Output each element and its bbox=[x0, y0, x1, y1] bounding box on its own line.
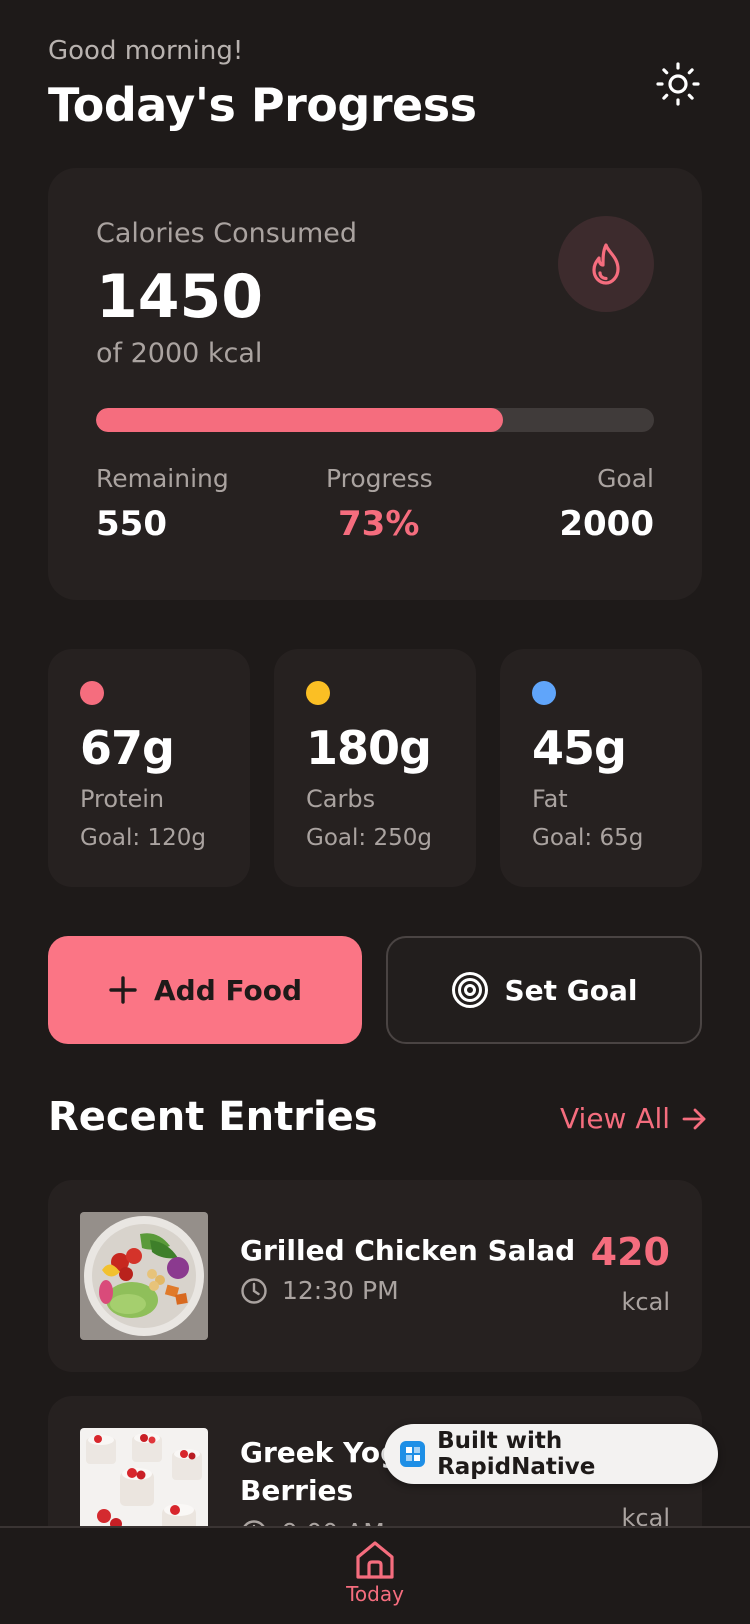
calories-consumed-value: 1450 bbox=[96, 262, 263, 332]
goal-label: Goal bbox=[597, 464, 654, 493]
target-icon bbox=[451, 972, 488, 1008]
calories-progress-fill bbox=[96, 408, 504, 432]
entry-name-line2: Berries bbox=[240, 1474, 354, 1507]
carbs-dot bbox=[306, 681, 330, 705]
fat-label: Fat bbox=[532, 785, 568, 813]
fat-goal: Goal: 65g bbox=[532, 825, 644, 851]
calories-progress-bar bbox=[96, 408, 654, 432]
bottom-nav: Today bbox=[0, 1526, 750, 1624]
macro-card-carbs: 180g Carbs Goal: 250g bbox=[274, 649, 476, 887]
theme-toggle-button[interactable] bbox=[650, 56, 706, 112]
entry-time-text: 12:30 PM bbox=[282, 1276, 399, 1305]
remaining-value: 550 bbox=[96, 504, 167, 544]
rapidnative-logo-icon bbox=[400, 1441, 426, 1467]
set-goal-label: Set Goal bbox=[504, 973, 638, 1007]
carbs-goal: Goal: 250g bbox=[306, 825, 432, 851]
page-title: Today's Progress bbox=[48, 78, 477, 132]
entry-time: 12:30 PM bbox=[240, 1276, 399, 1305]
home-icon bbox=[356, 1541, 394, 1579]
fat-dot bbox=[532, 681, 556, 705]
carbs-value: 180g bbox=[306, 721, 432, 775]
nav-item-today[interactable]: Today bbox=[325, 1538, 425, 1606]
calories-label: Calories Consumed bbox=[96, 218, 357, 249]
progress-label: Progress bbox=[326, 464, 433, 493]
arrow-right-icon bbox=[682, 1108, 706, 1129]
view-all-link[interactable]: View All bbox=[560, 1102, 708, 1135]
recent-entries-title: Recent Entries bbox=[48, 1094, 378, 1140]
built-with-badge[interactable]: Built with RapidNative bbox=[384, 1424, 718, 1484]
nav-label-today: Today bbox=[346, 1582, 404, 1606]
set-goal-button[interactable]: Set Goal bbox=[386, 936, 702, 1044]
entry-kcal-value: 420 bbox=[590, 1230, 670, 1274]
protein-dot bbox=[80, 681, 104, 705]
entry-card[interactable]: Grilled Chicken Salad 12:30 PM 420 kcal bbox=[48, 1180, 702, 1372]
clock-icon bbox=[241, 1277, 267, 1304]
sun-icon bbox=[656, 62, 700, 106]
add-food-label: Add Food bbox=[153, 973, 302, 1007]
macro-card-fat: 45g Fat Goal: 65g bbox=[500, 649, 702, 887]
remaining-label: Remaining bbox=[96, 464, 229, 493]
entry-kcal-unit: kcal bbox=[621, 1288, 670, 1316]
protein-value: 67g bbox=[80, 721, 175, 775]
flame-icon bbox=[592, 243, 620, 285]
carbs-label: Carbs bbox=[306, 785, 376, 813]
greeting-text: Good morning! bbox=[48, 36, 244, 66]
add-food-button[interactable]: Add Food bbox=[48, 936, 362, 1044]
plus-icon bbox=[109, 976, 137, 1004]
goal-value: 2000 bbox=[559, 504, 654, 544]
entry-name-line1: Greek Yog bbox=[240, 1436, 401, 1469]
entry-name: Grilled Chicken Salad bbox=[240, 1234, 576, 1267]
protein-label: Protein bbox=[80, 785, 165, 813]
salad-thumbnail bbox=[80, 1212, 208, 1340]
view-all-label: View All bbox=[560, 1102, 671, 1135]
flame-badge bbox=[558, 216, 654, 312]
progress-value: 73% bbox=[338, 504, 420, 544]
calories-goal-text: of 2000 kcal bbox=[96, 338, 263, 369]
badge-text: Built with RapidNative bbox=[437, 1428, 596, 1480]
macro-card-protein: 67g Protein Goal: 120g bbox=[48, 649, 250, 887]
protein-goal: Goal: 120g bbox=[80, 825, 206, 851]
fat-value: 45g bbox=[532, 721, 627, 775]
